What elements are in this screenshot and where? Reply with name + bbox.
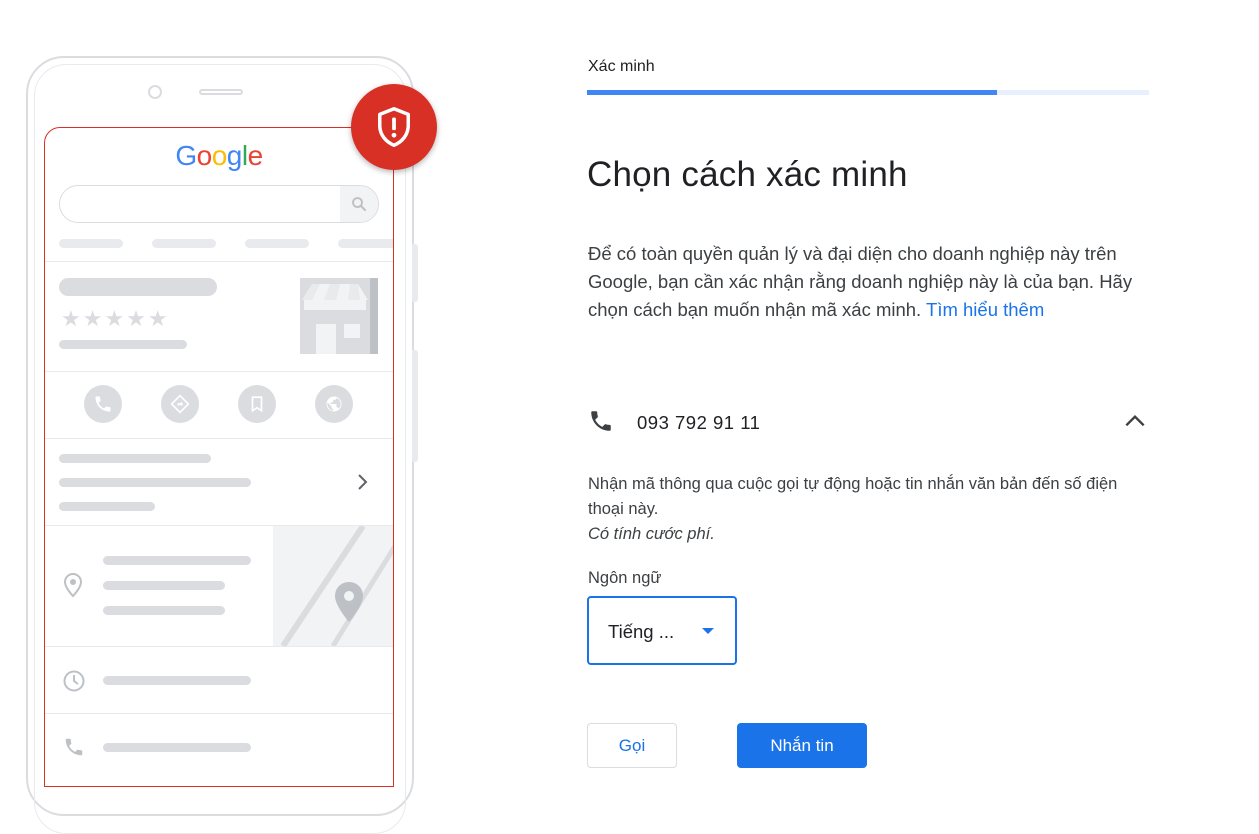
phone-icon bbox=[84, 385, 122, 423]
description-text: Nhận mã thông qua cuộc gọi tự động hoặc … bbox=[588, 475, 1118, 518]
text-message-button[interactable]: Nhắn tin bbox=[737, 723, 867, 768]
learn-more-link[interactable]: Tìm hiểu thêm bbox=[926, 299, 1044, 320]
business-name-placeholder bbox=[59, 278, 217, 296]
search-bar bbox=[59, 185, 379, 223]
text-placeholder bbox=[59, 478, 251, 487]
phone-icon bbox=[63, 736, 85, 763]
phone-side-button bbox=[412, 350, 418, 462]
storefront-icon bbox=[300, 278, 378, 354]
fee-note: Có tính cước phí. bbox=[588, 525, 715, 543]
business-profile-screen: Google ★★★★★ bbox=[44, 127, 394, 787]
logo-letter: G bbox=[175, 140, 197, 171]
language-label: Ngôn ngữ bbox=[588, 569, 662, 587]
logo-letter: o bbox=[196, 140, 213, 171]
text-placeholder bbox=[103, 606, 225, 615]
rating-stars: ★★★★★ bbox=[61, 306, 170, 331]
divider bbox=[45, 646, 393, 647]
divider bbox=[45, 438, 393, 439]
phone-icon bbox=[588, 408, 614, 439]
intro-body: Để có toàn quyền quản lý và đại diện cho… bbox=[588, 243, 1133, 320]
progress-bar bbox=[587, 90, 1149, 95]
phone-number: 093 792 91 11 bbox=[637, 412, 761, 433]
step-label: Xác minh bbox=[588, 58, 655, 75]
phone-option-header[interactable]: 093 792 91 11 bbox=[588, 404, 1148, 440]
phone-option-description: Nhận mã thông qua cuộc gọi tự động hoặc … bbox=[588, 472, 1148, 547]
tab-placeholder bbox=[338, 239, 393, 248]
camera-icon bbox=[148, 85, 162, 99]
speaker-icon bbox=[199, 89, 243, 95]
bookmark-icon bbox=[238, 385, 276, 423]
chevron-right-icon bbox=[356, 473, 370, 496]
map-thumbnail bbox=[273, 526, 393, 646]
tab-placeholder bbox=[245, 239, 309, 248]
tab-placeholder bbox=[152, 239, 216, 248]
logo-letter: o bbox=[211, 140, 228, 171]
intro-text: Để có toàn quyền quản lý và đại diện cho… bbox=[588, 240, 1148, 324]
location-pin-icon bbox=[63, 572, 83, 603]
clock-icon bbox=[62, 669, 86, 698]
text-placeholder bbox=[103, 556, 251, 565]
progress-bar-fill bbox=[587, 90, 998, 95]
language-selected-value: Tiếng ... bbox=[608, 621, 675, 642]
text-placeholder bbox=[103, 743, 251, 752]
globe-icon bbox=[315, 385, 353, 423]
google-logo: Google bbox=[45, 140, 393, 172]
logo-letter: e bbox=[247, 140, 264, 171]
divider bbox=[45, 261, 393, 262]
tab-placeholder bbox=[59, 239, 123, 248]
directions-icon bbox=[161, 385, 199, 423]
page-title: Chọn cách xác minh bbox=[587, 155, 908, 194]
search-icon bbox=[340, 186, 378, 222]
text-placeholder bbox=[103, 676, 251, 685]
text-placeholder bbox=[103, 581, 225, 590]
caret-down-icon bbox=[702, 628, 714, 634]
shield-alert-icon bbox=[351, 84, 437, 170]
divider bbox=[45, 713, 393, 714]
language-select[interactable]: Tiếng ... bbox=[587, 596, 737, 665]
logo-letter: g bbox=[226, 140, 243, 171]
phone-side-button bbox=[412, 244, 418, 302]
text-placeholder bbox=[59, 502, 155, 511]
category-placeholder bbox=[59, 340, 187, 349]
call-button[interactable]: Gọi bbox=[587, 723, 677, 768]
divider bbox=[45, 371, 393, 372]
chevron-up-icon[interactable] bbox=[1122, 408, 1148, 439]
text-placeholder bbox=[59, 454, 211, 463]
